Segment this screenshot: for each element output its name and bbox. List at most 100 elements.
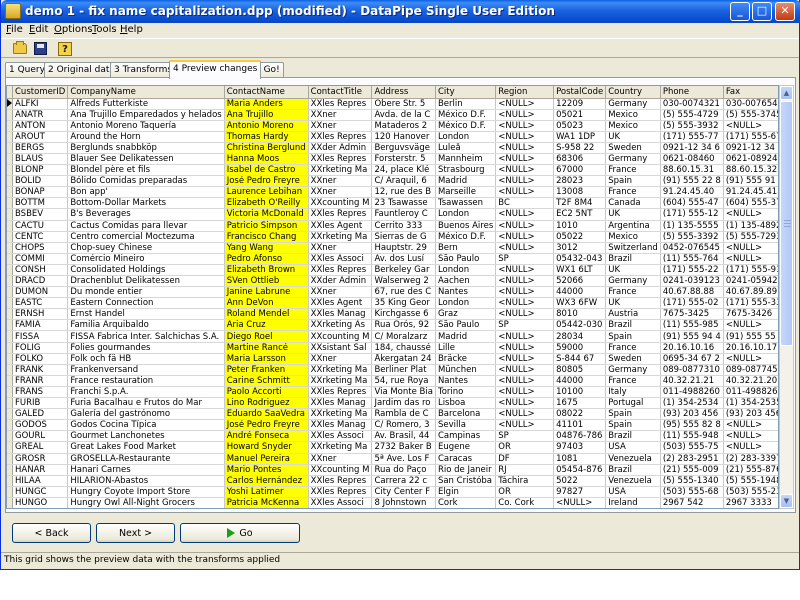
table-row[interactable]: DRACD Drachenblut Delikatessen SVen Ottlie… bbox=[7, 275, 778, 288]
cell-companyname[interactable]: Drachenblut Delikatessen bbox=[67, 275, 225, 288]
cell-postalcode[interactable]: 05023 bbox=[553, 120, 607, 132]
cell-phone[interactable]: (171) 555-22 bbox=[660, 264, 724, 277]
table-row[interactable]: EASTC Eastern Connection Ann DeVon XXles Ag… bbox=[7, 297, 778, 310]
cell-contactname[interactable]: Helen Bennett bbox=[224, 508, 308, 509]
cell-contacttitle[interactable]: XXcounting M bbox=[308, 464, 373, 476]
cell-contactname[interactable]: Paolo Accorti bbox=[224, 386, 309, 399]
cell-contactname[interactable]: Maria Anders bbox=[224, 98, 309, 110]
cell-companyname[interactable]: Bon app' bbox=[67, 186, 225, 199]
cell-contacttitle[interactable]: XXrketing Ma bbox=[308, 408, 373, 421]
cell-companyname[interactable]: Franchi S.p.A. bbox=[67, 386, 225, 399]
cell-address[interactable]: Forsterstr. 5 bbox=[371, 153, 436, 166]
cell-contacttitle[interactable]: XXner bbox=[308, 175, 373, 188]
cell-contactname[interactable]: Maria Larsson bbox=[224, 353, 309, 365]
cell-fax[interactable]: (171) 555-91 bbox=[723, 264, 778, 277]
cell-city[interactable]: London bbox=[435, 208, 497, 221]
cell-contactname[interactable]: Laurence Lebihan bbox=[224, 186, 309, 199]
cell-city[interactable]: London bbox=[435, 131, 497, 143]
cell-customerid[interactable]: BLAUS bbox=[12, 153, 69, 166]
cell-postalcode[interactable]: WX1 6LT bbox=[553, 264, 607, 277]
cell-phone[interactable]: 7675-3425 bbox=[660, 308, 724, 321]
cell-city[interactable]: Cowes bbox=[435, 508, 495, 509]
cell-region[interactable]: <NULL> bbox=[495, 353, 555, 365]
cell-customerid[interactable]: EASTC bbox=[12, 297, 69, 310]
cell-fax[interactable]: 91.24.45.41 bbox=[723, 186, 778, 199]
cell-region[interactable]: DF bbox=[495, 453, 555, 465]
table-row[interactable]: BLONP Blondel père et fils Isabel de Castr… bbox=[7, 164, 778, 177]
cell-phone[interactable]: (171) 555-12 bbox=[660, 208, 724, 221]
cell-companyname[interactable]: Hungry Coyote Import Store bbox=[67, 486, 225, 498]
cell-address[interactable]: Rua do Paço bbox=[371, 464, 436, 476]
cell-postalcode[interactable]: 8010 bbox=[553, 308, 607, 321]
cell-address[interactable]: Garden Hous bbox=[372, 508, 436, 509]
cell-region[interactable]: SP bbox=[495, 319, 555, 332]
cell-address[interactable]: 8 Johnstown bbox=[371, 497, 436, 508]
cell-country[interactable]: UK bbox=[606, 508, 661, 509]
cell-customerid[interactable]: FAMIA bbox=[12, 319, 69, 332]
cell-companyname[interactable]: France restauration bbox=[67, 375, 225, 387]
cell-address[interactable]: C/ Araquil, 6 bbox=[371, 175, 436, 188]
cell-address[interactable]: Berguvsväge bbox=[371, 142, 436, 154]
cell-address[interactable]: 184, chaussé bbox=[371, 342, 436, 354]
cell-customerid[interactable]: ERNSH bbox=[12, 308, 69, 321]
cell-country[interactable]: Germany bbox=[605, 275, 661, 288]
cell-address[interactable]: Berkeley Gar bbox=[371, 264, 436, 277]
table-row[interactable]: HANAR Hanari Carnes Mario Pontes XXcounting… bbox=[7, 464, 778, 476]
cell-contacttitle[interactable]: XXner bbox=[308, 120, 373, 132]
table-row[interactable]: DUMON Du monde entier Janine Labrune XXner 6… bbox=[7, 286, 778, 299]
cell-fax[interactable]: 88.60.15.32 bbox=[723, 164, 778, 177]
cell-country[interactable]: Italy bbox=[605, 386, 661, 399]
cell-fax[interactable]: 0621-08924 bbox=[723, 153, 778, 166]
cell-contactname[interactable]: Manuel Pereira bbox=[224, 453, 309, 465]
table-row[interactable]: ANTON Antonio Moreno Taquería Antonio More… bbox=[7, 120, 778, 132]
cell-region[interactable]: RJ bbox=[495, 464, 555, 476]
cell-postalcode[interactable]: S-958 22 bbox=[553, 142, 607, 154]
menu-options[interactable]: Options bbox=[54, 24, 93, 35]
table-row[interactable]: BONAP Bon app' Laurence Lebihan XXner 12, ru… bbox=[7, 186, 778, 199]
cell-address[interactable]: Av. dos Lusí bbox=[371, 253, 436, 265]
cell-fax[interactable]: (2) 283-3397 bbox=[723, 453, 778, 465]
cell-address[interactable]: City Center F bbox=[371, 486, 436, 498]
cell-customerid[interactable]: ISLAT bbox=[13, 508, 68, 509]
cell-fax[interactable]: <NULL> bbox=[723, 319, 778, 332]
cell-companyname[interactable]: Antonio Moreno Taquería bbox=[67, 120, 225, 132]
cell-fax[interactable]: 030-0076545 bbox=[723, 98, 778, 110]
cell-companyname[interactable]: Godos Cocina Típica bbox=[67, 419, 225, 432]
cell-region[interactable]: SP bbox=[495, 430, 555, 443]
column-header-fax[interactable]: Fax bbox=[723, 86, 778, 99]
cell-customerid[interactable]: AROUT bbox=[12, 131, 69, 143]
cell-address[interactable]: 120 Hanover bbox=[371, 131, 436, 143]
cell-customerid[interactable]: CENTC bbox=[12, 231, 69, 243]
scrollbar-thumb[interactable] bbox=[780, 101, 793, 346]
table-row[interactable]: FRANR France restauration Carine Schmitt XX… bbox=[7, 375, 778, 387]
cell-country[interactable]: Spain bbox=[605, 330, 661, 343]
cell-country[interactable]: Portugal bbox=[605, 397, 661, 410]
cell-address[interactable]: Av. Brasil, 44 bbox=[371, 430, 436, 443]
cell-country[interactable]: Mexico bbox=[605, 109, 661, 121]
cell-customerid[interactable]: FOLIG bbox=[12, 342, 69, 354]
cell-contacttitle[interactable]: XXrketing As bbox=[308, 319, 373, 332]
cell-phone[interactable]: 20.16.10.16 bbox=[660, 342, 724, 354]
cell-fax[interactable]: (604) 555-37 bbox=[723, 197, 778, 210]
cell-phone[interactable]: 88.60.15.31 bbox=[660, 164, 724, 177]
cell-postalcode[interactable]: 97403 bbox=[553, 441, 607, 454]
cell-address[interactable]: Rambla de C bbox=[371, 408, 436, 421]
cell-city[interactable]: Berlin bbox=[435, 98, 497, 110]
cell-customerid[interactable]: BOLID bbox=[12, 175, 69, 188]
cell-phone[interactable]: (21) 555-009 bbox=[660, 464, 724, 476]
cell-companyname[interactable]: Ernst Handel bbox=[67, 308, 225, 321]
cell-postalcode[interactable]: 05022 bbox=[553, 231, 607, 243]
cell-contactname[interactable]: Lino Rodriguez bbox=[224, 397, 309, 410]
cell-phone[interactable]: (198) 555-88 bbox=[660, 508, 723, 509]
cell-region[interactable]: <NULL> bbox=[495, 242, 555, 254]
cell-contacttitle[interactable]: XXner bbox=[308, 242, 373, 254]
cell-fax[interactable]: 20.16.10.17 bbox=[723, 342, 778, 354]
table-row[interactable]: HUNGO Hungry Owl All-Night Grocers Patrici… bbox=[7, 497, 778, 508]
cell-country[interactable]: Germany bbox=[605, 153, 661, 166]
cell-fax[interactable]: <NULL> bbox=[723, 353, 778, 365]
cell-postalcode[interactable]: 59000 bbox=[553, 342, 607, 354]
cell-customerid[interactable]: HANAR bbox=[12, 464, 69, 476]
cell-fax[interactable]: (21) 555-876 bbox=[723, 464, 778, 476]
table-row[interactable]: BOTTM Bottom-Dollar Markets Elizabeth O'Re… bbox=[7, 197, 778, 210]
cell-fax[interactable]: <NULL> bbox=[723, 208, 778, 221]
